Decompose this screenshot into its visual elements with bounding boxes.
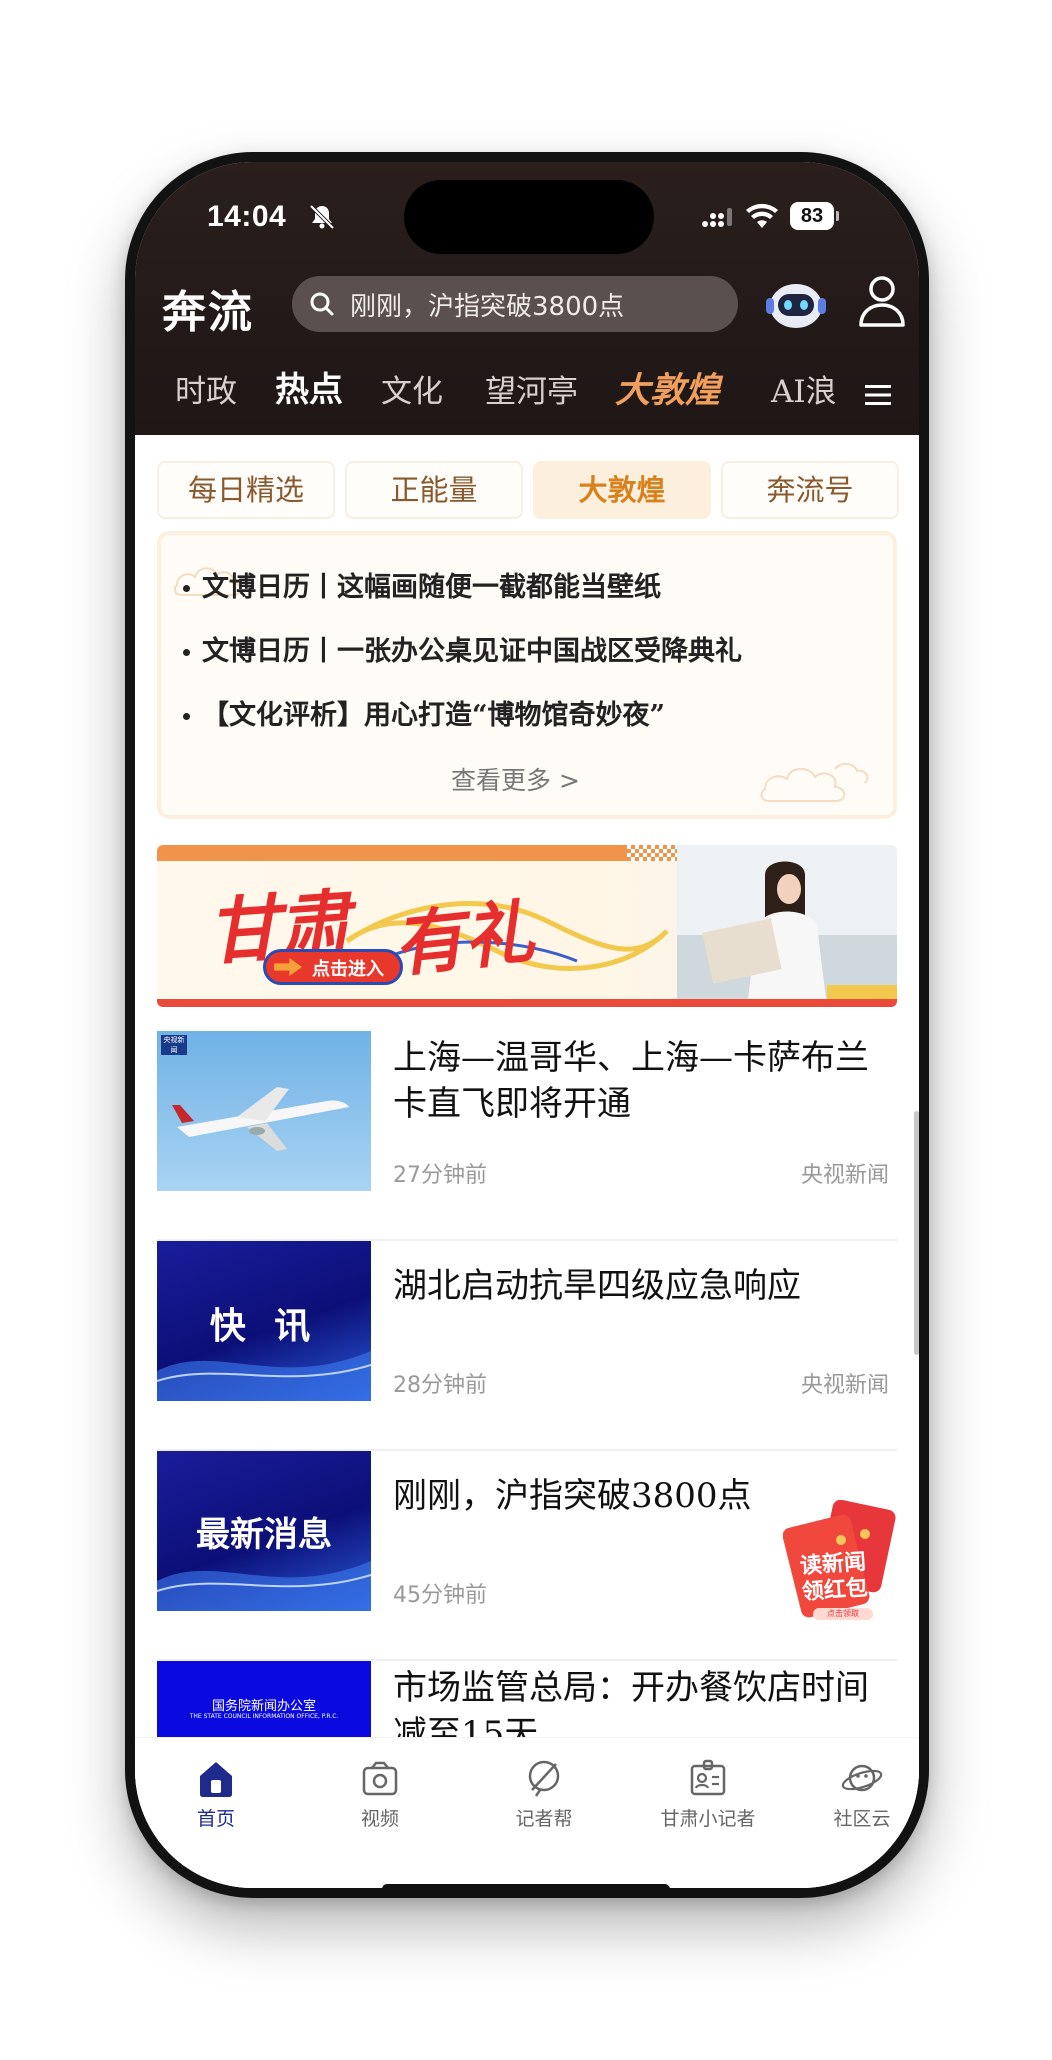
cctv-badge: 央视新闻 [161, 1035, 187, 1055]
headline-item[interactable]: 文博日历丨这幅画随便一截都能当壁纸 [183, 565, 661, 604]
planet-icon [841, 1764, 883, 1792]
thumb-label: 国务院新闻办公室 [211, 1699, 316, 1714]
ai-robot-icon[interactable] [763, 274, 829, 334]
nav-item-shizheng[interactable]: 时政 [175, 366, 237, 411]
nav-item-ailang[interactable]: AI浪 [771, 366, 837, 411]
news-thumbnail: 央视新闻 [157, 1031, 371, 1191]
top-header: 14:04 83 奔流 刚刚，沪指突破3800点 时政 热点 文化 望河亭 大敦… [135, 162, 919, 435]
bullet-icon [183, 713, 190, 720]
bell-muted-icon [309, 204, 335, 230]
search-placeholder: 刚刚，沪指突破3800点 [350, 291, 625, 322]
nav-item-wenhua[interactable]: 文化 [381, 366, 443, 411]
news-thumbnail: 最新消息 [157, 1451, 371, 1611]
bullet-icon [183, 585, 190, 592]
main-content: 每日精选 正能量 大敦煌 奔流号 文博日历丨这幅画随便一截都能当壁纸 文博日历丨… [135, 435, 919, 1888]
headline-item[interactable]: 【文化评析】用心打造“博物馆奇妙夜” [183, 693, 665, 732]
headline-card: 文博日历丨这幅画随便一截都能当壁纸 文博日历丨一张办公桌见证中国战区受降典礼 【… [157, 531, 897, 819]
user-profile-icon[interactable] [857, 274, 907, 328]
tabbar-video[interactable]: 视频 [320, 1756, 440, 1831]
nav-item-wangheting[interactable]: 望河亭 [485, 366, 578, 411]
news-time: 27分钟前 [393, 1163, 487, 1188]
id-card-icon [690, 1759, 726, 1796]
cellular-signal-icon [702, 208, 732, 227]
video-icon [362, 1761, 398, 1796]
thumb-label: 最新消息 [196, 1515, 332, 1555]
airplane-image [157, 1031, 371, 1191]
banner-enter-button[interactable]: 点击进入 [263, 949, 403, 985]
news-title: 上海—温哥华、上海—卡萨布兰卡直飞即将开通 [393, 1038, 869, 1124]
sub-tabs: 每日精选 正能量 大敦煌 奔流号 [157, 461, 899, 523]
news-item[interactable]: 央视新闻 上海—温哥华、上海—卡萨布兰卡直飞即将开通 27分钟前 央视新闻 [157, 1031, 897, 1241]
tabbar-gansu-young-reporter[interactable]: 甘肃小记者 [648, 1756, 768, 1831]
thumb-label: 快 讯 [209, 1306, 319, 1347]
tab-dadunhuang[interactable]: 大敦煌 [533, 461, 711, 519]
news-item[interactable]: 快 讯 湖北启动抗旱四级应急响应 28分钟前 央视新闻 [157, 1241, 897, 1451]
search-icon [310, 292, 334, 316]
nav-item-dadunhuang[interactable]: 大敦煌 [615, 362, 720, 413]
red-packet-float[interactable]: 读新闻 领红包 点击领取 [782, 1499, 899, 1620]
channel-nav: 时政 热点 文化 望河亭 大敦煌 AI浪 [135, 360, 919, 422]
bottom-tab-bar: 首页 视频 记者帮 甘肃小记者 社区云 [135, 1737, 919, 1888]
thumb-sublabel: THE STATE COUNCIL INFORMATION OFFICE, P.… [189, 1713, 339, 1720]
home-icon [200, 1762, 232, 1797]
app-logo[interactable]: 奔流 [162, 276, 254, 340]
tabbar-home[interactable]: 首页 [156, 1756, 276, 1831]
see-more-link[interactable]: 查看更多 > [451, 761, 580, 797]
news-source: 央视新闻 [800, 1163, 889, 1188]
home-indicator[interactable] [382, 1884, 670, 1888]
headline-item[interactable]: 文博日历丨一张办公桌见证中国战区受降典礼 [183, 629, 742, 668]
red-packet-button: 点击领取 [813, 1608, 873, 1620]
tabbar-reporter-help[interactable]: 记者帮 [484, 1756, 604, 1831]
tab-positive-energy[interactable]: 正能量 [345, 461, 523, 519]
screen: 14:04 83 奔流 刚刚，沪指突破3800点 时政 热点 文化 望河亭 大敦… [135, 162, 919, 1888]
menu-icon[interactable] [863, 382, 893, 408]
phone-frame: 14:04 83 奔流 刚刚，沪指突破3800点 时政 热点 文化 望河亭 大敦… [125, 152, 929, 1898]
bullet-icon [183, 649, 190, 656]
banner-title-youli: 有礼 [389, 889, 538, 988]
news-thumbnail: 快 讯 [157, 1241, 371, 1401]
banner-photo-person [677, 845, 897, 1007]
news-title: 湖北启动抗旱四级应急响应 [393, 1266, 801, 1306]
news-time: 28分钟前 [393, 1373, 487, 1398]
reporter-icon [528, 1760, 560, 1797]
promo-banner[interactable]: 甘肃 有礼 点击进入 [157, 845, 897, 1007]
tab-benliuhao[interactable]: 奔流号 [721, 461, 899, 519]
nav-item-redian[interactable]: 热点 [275, 362, 343, 411]
wifi-icon [746, 203, 778, 228]
dynamic-island [404, 180, 654, 254]
red-packet-text: 读新闻 领红包 [799, 1549, 869, 1606]
battery-indicator: 83 [790, 202, 839, 230]
cloud-ornament-icon [760, 763, 869, 802]
scroll-indicator[interactable] [914, 1111, 919, 1355]
tabbar-community-cloud[interactable]: 社区云 [812, 1756, 912, 1831]
banner-stripe [157, 845, 627, 861]
tab-daily-picks[interactable]: 每日精选 [157, 461, 335, 519]
news-source: 央视新闻 [800, 1373, 889, 1398]
banner-bottom-stripe [157, 999, 897, 1007]
news-time: 45分钟前 [393, 1583, 487, 1608]
status-time: 14:04 [207, 200, 287, 233]
search-bar[interactable]: 刚刚，沪指突破3800点 [292, 276, 738, 332]
